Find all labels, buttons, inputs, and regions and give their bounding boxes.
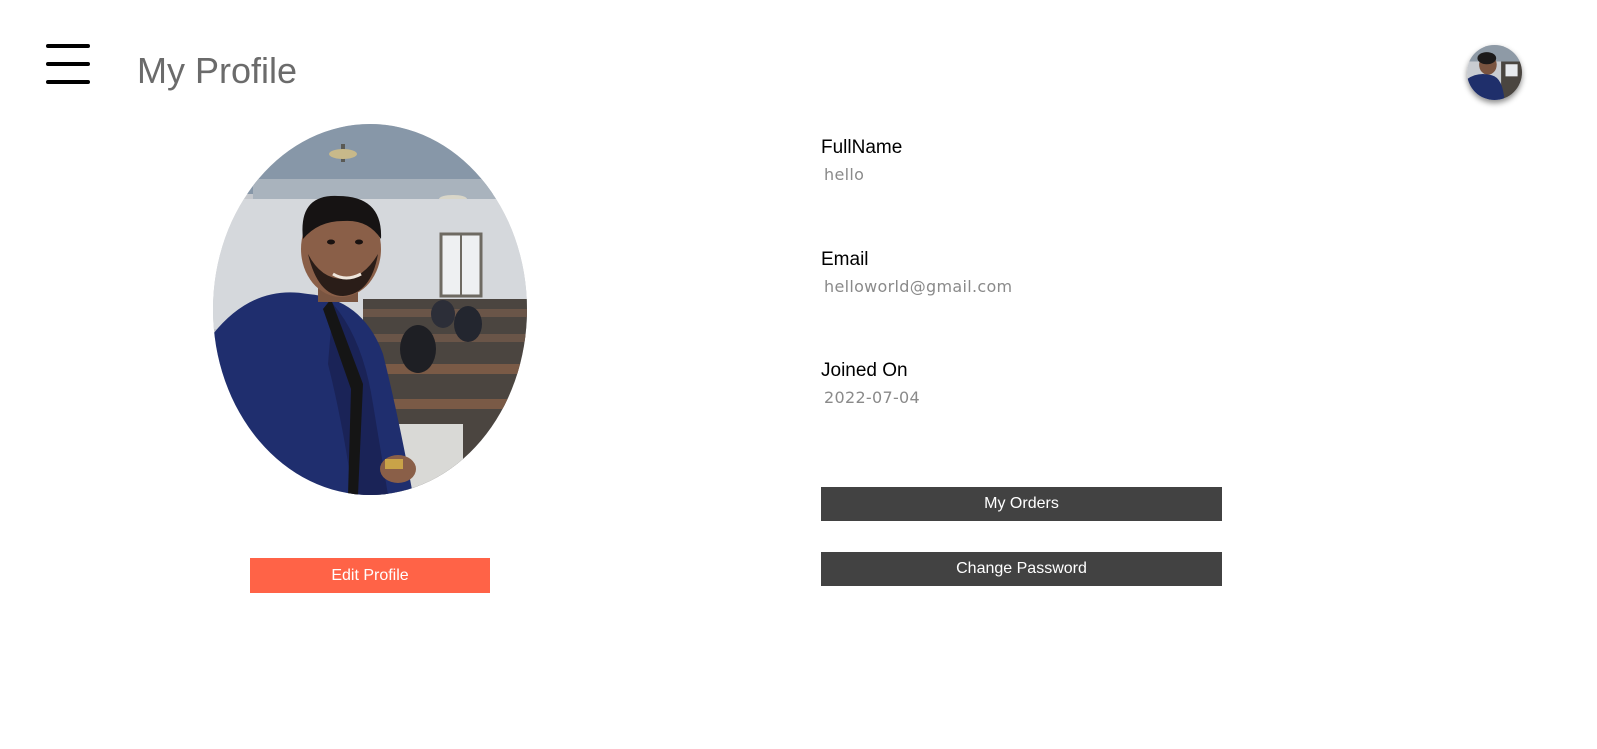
fullname-label: FullName	[821, 137, 903, 158]
edit-profile-button[interactable]: Edit Profile	[250, 558, 490, 593]
profile-photo	[213, 124, 527, 495]
fullname-field: FullName hello	[821, 137, 902, 184]
menu-bar	[46, 44, 90, 48]
hamburger-menu-icon[interactable]	[46, 44, 92, 86]
joined-on-value: 2022-07-04	[824, 388, 920, 407]
avatar-image	[1467, 45, 1522, 100]
joined-on-label: Joined On	[821, 360, 908, 381]
email-value: helloworld@gmail.com	[824, 277, 1013, 296]
fullname-value: hello	[824, 165, 865, 184]
email-field: Email helloworld@gmail.com	[821, 249, 1012, 296]
email-label: Email	[821, 249, 869, 270]
profile-image	[213, 124, 527, 495]
my-orders-button[interactable]: My Orders	[821, 487, 1222, 521]
profile-page: My Profile Edit Profile FullName hello E…	[0, 0, 1597, 749]
header-avatar[interactable]	[1467, 45, 1522, 100]
joined-on-field: Joined On 2022-07-04	[821, 360, 920, 407]
page-title: My Profile	[137, 50, 298, 91]
change-password-button[interactable]: Change Password	[821, 552, 1222, 586]
menu-bar	[46, 80, 90, 84]
menu-bar	[46, 62, 90, 66]
